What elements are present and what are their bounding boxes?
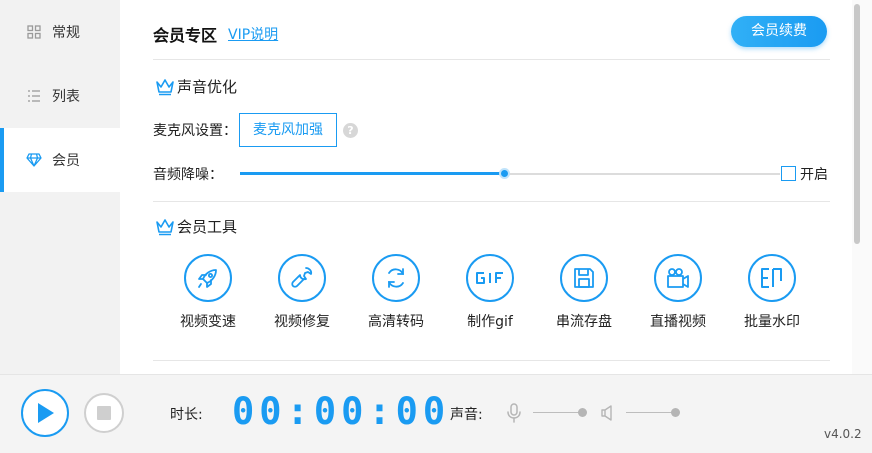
section-title-text: 会员工具: [177, 218, 238, 236]
sidebar: 常规 列表 会员: [0, 0, 120, 374]
noise-enable-checkbox[interactable]: [781, 166, 796, 181]
panel-header: 会员专区 VIP说明 会员续费: [153, 16, 830, 60]
crown-icon: [156, 78, 174, 95]
stop-button[interactable]: [84, 393, 124, 433]
tool-label: 制作gif: [467, 314, 513, 330]
tool-stream-save[interactable]: 串流存盘: [544, 254, 624, 331]
refresh-icon: [372, 254, 420, 302]
divider: [153, 360, 830, 361]
tool-video-repair[interactable]: 视频修复: [262, 254, 342, 331]
gif-icon: [466, 254, 514, 302]
mic-volume-thumb[interactable]: [577, 408, 587, 417]
tool-hd-transcode[interactable]: 高清转码: [356, 254, 436, 331]
mic-setting-row: 麦克风设置： 麦克风加强: [153, 113, 337, 147]
vip-info-link[interactable]: VIP说明: [228, 24, 278, 44]
noise-enable-label: 开启: [800, 167, 828, 183]
divider: [153, 201, 830, 202]
grid-icon: [26, 24, 42, 40]
tool-label: 批量水印: [744, 314, 800, 330]
mic-setting-label: 麦克风设置：: [153, 123, 237, 139]
sidebar-item-member[interactable]: 会员: [0, 128, 120, 192]
sound-section-title: 声音优化: [155, 76, 237, 97]
player-bar: 时长: 00:00:00 声音: v4.0.2: [0, 374, 872, 453]
diamond-icon: [26, 152, 42, 168]
tool-label: 串流存盘: [556, 314, 612, 330]
crown-icon: [156, 218, 174, 235]
renew-membership-button[interactable]: 会员续费: [731, 16, 827, 47]
save-icon: [560, 254, 608, 302]
noise-reduction-label: 音频降噪：: [153, 167, 223, 183]
tool-label: 视频修复: [274, 314, 330, 330]
sidebar-item-general[interactable]: 常规: [0, 0, 120, 64]
microphone-icon[interactable]: [506, 403, 522, 423]
help-icon[interactable]: ?: [343, 123, 358, 138]
noise-slider-fill: [240, 172, 505, 175]
tool-label: 高清转码: [368, 314, 424, 330]
tool-label: 视频变速: [180, 314, 236, 330]
version-label: v4.0.2: [824, 427, 862, 441]
play-button[interactable]: [21, 389, 69, 437]
sidebar-item-label: 会员: [52, 153, 80, 169]
tools-section-title: 会员工具: [155, 216, 237, 237]
duration-label: 时长:: [170, 407, 203, 423]
tool-make-gif[interactable]: 制作gif: [450, 254, 530, 331]
tool-live-video[interactable]: 直播视频: [638, 254, 718, 331]
speaker-volume-thumb[interactable]: [670, 408, 680, 417]
member-tools: 视频变速 视频修复 高清转码 制作gif 串流存盘 直播视频 批量水印: [168, 254, 808, 334]
camera-icon: [654, 254, 702, 302]
volume-label: 声音:: [450, 407, 483, 423]
watermark-icon: [748, 254, 796, 302]
sidebar-item-list[interactable]: 列表: [0, 64, 120, 128]
play-icon: [38, 403, 54, 423]
member-panel: 会员专区 VIP说明 会员续费 声音优化 麦克风设置： 麦克风加强 ? 音频降噪…: [120, 0, 852, 374]
mic-boost-option[interactable]: 麦克风加强: [239, 113, 337, 147]
speaker-icon[interactable]: [600, 404, 616, 422]
noise-slider-thumb[interactable]: [499, 168, 511, 179]
tool-label: 直播视频: [650, 314, 706, 330]
scrollbar-thumb[interactable]: [854, 4, 860, 244]
list-icon: [26, 88, 42, 104]
rocket-icon: [184, 254, 232, 302]
section-title-text: 声音优化: [177, 78, 238, 96]
wrench-icon: [278, 254, 326, 302]
tool-batch-watermark[interactable]: 批量水印: [732, 254, 812, 331]
tool-video-speed[interactable]: 视频变速: [168, 254, 248, 331]
page-title: 会员专区: [153, 26, 218, 45]
sidebar-item-label: 常规: [52, 25, 80, 41]
sidebar-item-label: 列表: [52, 89, 80, 105]
duration-timer: 00:00:00: [232, 390, 451, 433]
stop-icon: [97, 406, 111, 420]
